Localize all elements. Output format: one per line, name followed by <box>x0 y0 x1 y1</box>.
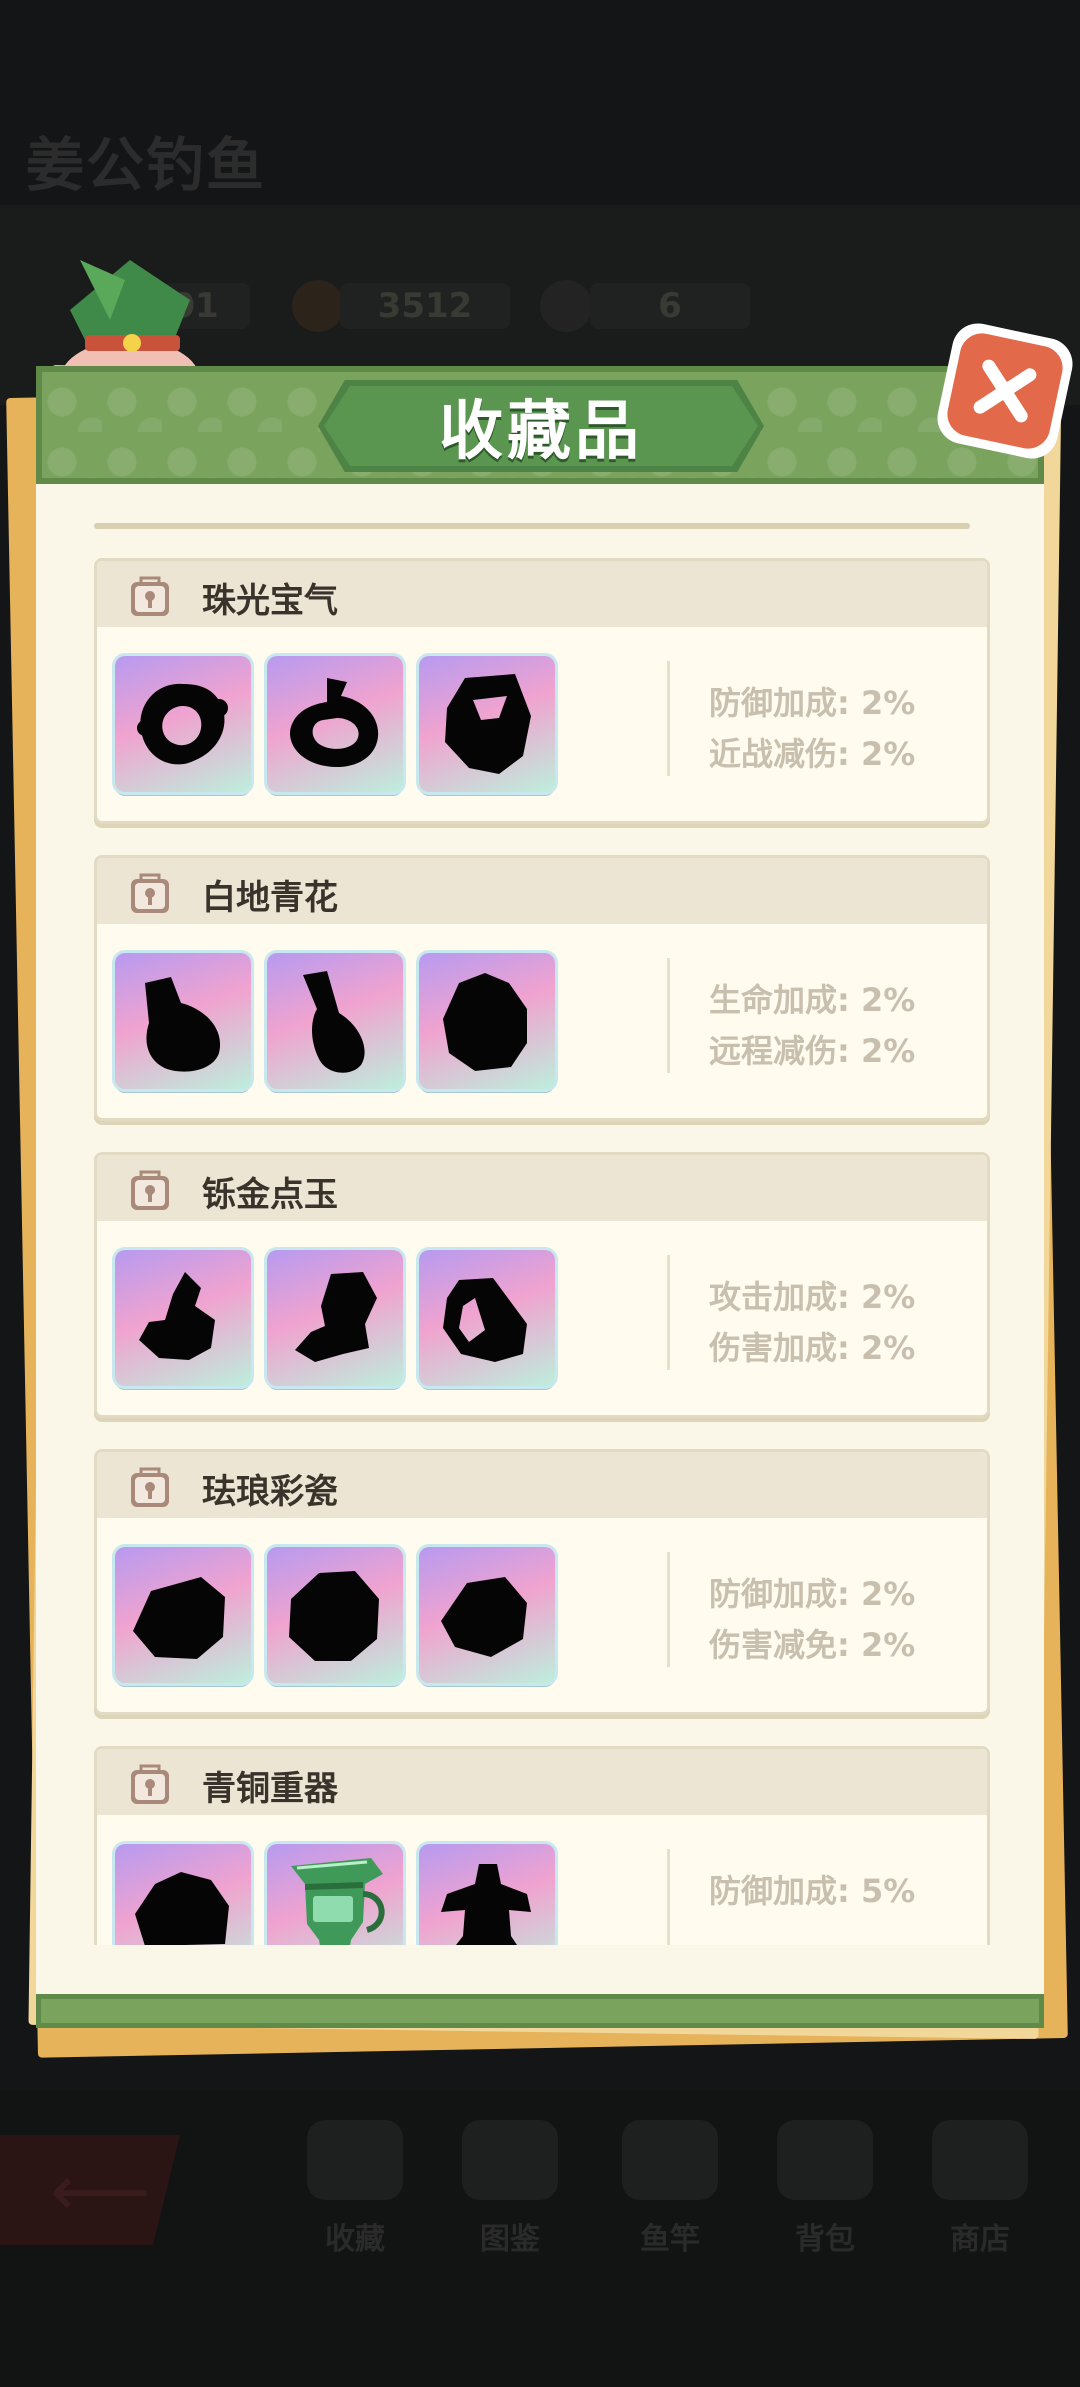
stat-coins: 3512 <box>340 283 510 329</box>
item-slot[interactable] <box>267 656 403 792</box>
necklace-silhouette-icon <box>137 683 228 765</box>
back-arrow-icon: ⟵ <box>50 2150 151 2232</box>
bronze-jue-icon <box>291 1858 385 1945</box>
bonus-text: 远程减伤: 2% <box>709 1032 916 1070</box>
bracelet-silhouette-icon <box>290 678 379 768</box>
nav-item-collection: 收藏 <box>290 2120 420 2270</box>
item-slot[interactable] <box>115 1250 251 1386</box>
nav-item-bag: 背包 <box>760 2120 890 2270</box>
game-title: 姜公钓鱼 <box>26 131 267 199</box>
collection-icon <box>307 2120 403 2200</box>
bonus-text: 防御加成: 5% <box>709 1872 916 1910</box>
bonus-text: 防御加成: 2% <box>709 1575 916 1613</box>
collection-card: 珠光宝气 防御加成: 2% 近战减伤: 2% <box>94 558 990 824</box>
item-slot[interactable] <box>419 953 555 1089</box>
collection-name: 铄金点玉 <box>202 1175 338 1215</box>
nav-item-shop: 商店 <box>915 2120 1045 2270</box>
collection-card: 青铜重器 防御加成: 5% <box>94 1746 990 1945</box>
item-slot[interactable] <box>267 953 403 1089</box>
bonus-text: 防御加成: 2% <box>709 684 916 722</box>
card-divider <box>667 1255 670 1370</box>
nav-item-handbook: 图鉴 <box>445 2120 575 2270</box>
bronze-ding-silhouette-icon <box>135 1872 229 1945</box>
collection-list[interactable]: 珠光宝气 防御加成: 2% 近战减伤: 2% 白地青花 生命加成: 2% 远程减… <box>60 540 1020 1945</box>
collection-card: 铄金点玉 攻击加成: 2% 伤害加成: 2% <box>94 1152 990 1418</box>
close-icon <box>973 359 1037 423</box>
bonus-text: 近战减伤: 2% <box>709 735 916 773</box>
collection-name: 珐琅彩瓷 <box>202 1472 338 1512</box>
card-divider <box>667 661 670 776</box>
rod-icon <box>622 2120 718 2200</box>
jar-silhouette-icon <box>443 973 527 1071</box>
collection-name: 青铜重器 <box>202 1769 338 1809</box>
enamel-box-silhouette-icon <box>441 1577 527 1657</box>
gold-beast-silhouette-icon <box>295 1272 377 1362</box>
card-divider <box>667 958 670 1073</box>
collection-name: 珠光宝气 <box>202 581 338 621</box>
bonus-text: 伤害减免: 2% <box>709 1626 916 1664</box>
shop-icon <box>932 2120 1028 2200</box>
bag-icon <box>777 2120 873 2200</box>
pendant-silhouette-icon <box>445 674 531 774</box>
bonus-text: 生命加成: 2% <box>709 981 916 1019</box>
coin-icon <box>292 280 344 332</box>
item-slot[interactable] <box>267 1844 403 1945</box>
item-slot[interactable] <box>419 1250 555 1386</box>
card-divider <box>667 1552 670 1667</box>
close-button[interactable] <box>932 318 1078 464</box>
handbook-icon <box>462 2120 558 2200</box>
item-slot[interactable] <box>267 1547 403 1683</box>
collection-name: 白地青花 <box>202 878 338 918</box>
enamel-bowl-silhouette-icon <box>289 1571 379 1661</box>
collection-card: 白地青花 生命加成: 2% 远程减伤: 2% <box>94 855 990 1121</box>
bonus-text: 攻击加成: 2% <box>709 1278 916 1316</box>
item-slot[interactable] <box>115 1844 251 1945</box>
item-slot[interactable] <box>115 1547 251 1683</box>
item-slot[interactable] <box>115 656 251 792</box>
top-divider <box>94 523 970 529</box>
collection-badge-icon <box>131 873 169 913</box>
item-slot[interactable] <box>419 1547 555 1683</box>
item-slot[interactable] <box>267 1250 403 1386</box>
collection-badge-icon <box>131 1764 169 1804</box>
bottle-silhouette-icon <box>303 971 365 1073</box>
title-plaque: 收藏品 <box>318 380 764 472</box>
collection-badge-icon <box>131 576 169 616</box>
stat-fish: 6 <box>590 283 750 329</box>
card-divider <box>667 1849 670 1945</box>
modal-footer <box>36 1994 1044 2028</box>
bronze-figure-silhouette-icon <box>441 1864 531 1945</box>
nav-item-rod: 鱼竿 <box>605 2120 735 2270</box>
item-slot[interactable] <box>419 1844 555 1945</box>
enamel-dish-silhouette-icon <box>133 1577 225 1659</box>
collection-badge-icon <box>131 1170 169 1210</box>
item-slot[interactable] <box>115 953 251 1089</box>
collection-card: 珐琅彩瓷 防御加成: 2% 伤害减免: 2% <box>94 1449 990 1715</box>
collection-badge-icon <box>131 1467 169 1507</box>
fish-icon <box>540 280 592 332</box>
jade-ring-silhouette-icon <box>443 1278 527 1362</box>
modal-title: 收藏品 <box>439 395 643 469</box>
vase-silhouette-icon <box>145 977 221 1072</box>
item-slot[interactable] <box>419 656 555 792</box>
bonus-text: 伤害加成: 2% <box>709 1329 916 1367</box>
jade-ornament-silhouette-icon <box>139 1272 215 1360</box>
